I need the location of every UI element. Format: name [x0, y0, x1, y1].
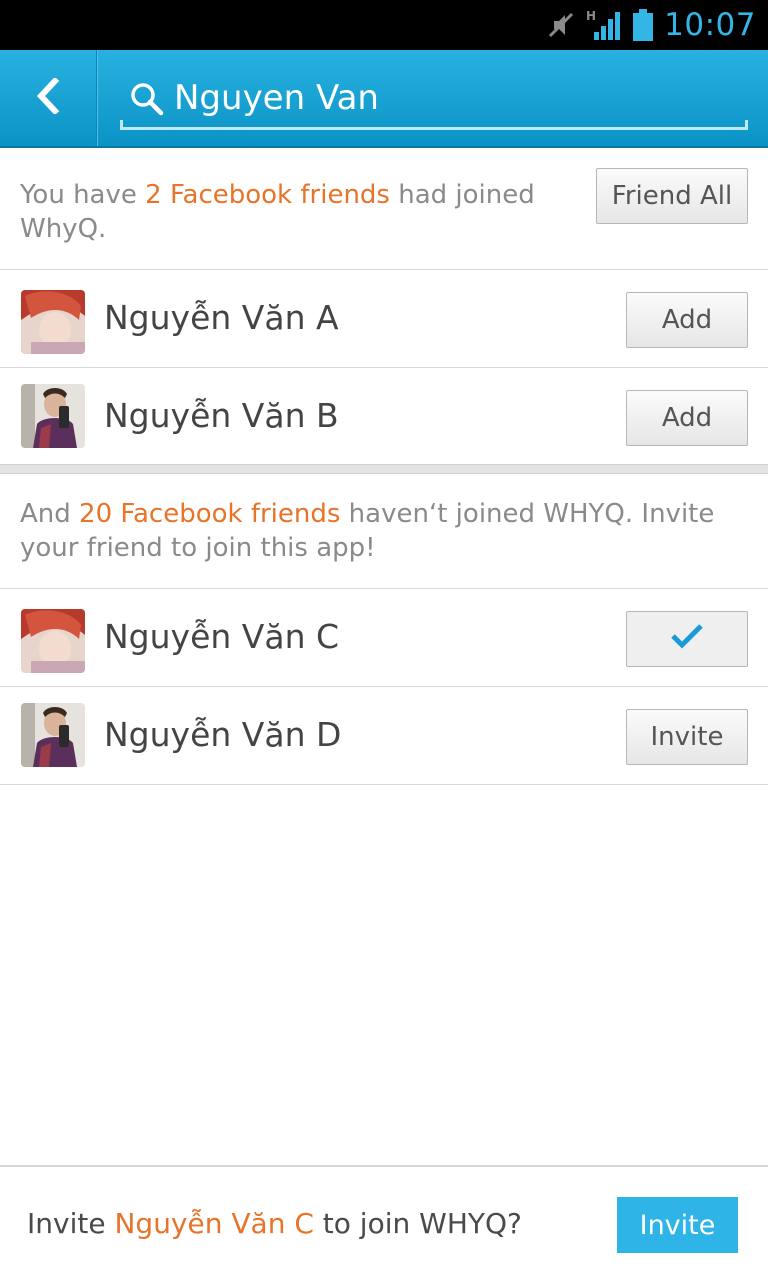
checkmark-icon: [670, 623, 704, 656]
list-item: Nguyễn Văn B Add: [0, 368, 768, 464]
invite-button[interactable]: Invite: [626, 709, 748, 765]
friend-all-button[interactable]: Friend All: [596, 168, 748, 224]
status-clock: 10:07: [664, 7, 756, 43]
add-button[interactable]: Add: [626, 390, 748, 446]
svg-text:H: H: [586, 9, 596, 23]
avatar: [21, 609, 85, 673]
search-icon: [130, 82, 164, 120]
add-button[interactable]: Add: [626, 292, 748, 348]
confirm-invite-button[interactable]: Invite: [617, 1197, 738, 1253]
action-divider: [97, 50, 98, 146]
invite-info-text: And 20 Facebook friends haven‘t joined W…: [20, 499, 715, 563]
status-bar: H 10:07: [0, 0, 768, 50]
status-icons: H 10:07: [546, 6, 756, 44]
list-item: Nguyễn Văn A Add: [0, 270, 768, 366]
friend-name: Nguyễn Văn B: [104, 396, 339, 435]
invite-confirm-text: Invite Nguyễn Văn C to join WHYQ?: [27, 1207, 522, 1240]
list-item: Nguyễn Văn C: [0, 589, 768, 685]
battery-icon: [632, 8, 654, 42]
action-bar: Nguyen Van: [0, 50, 768, 148]
mute-icon: [546, 10, 576, 40]
avatar: [21, 290, 85, 354]
chevron-left-icon: [35, 76, 61, 118]
friend-name: Nguyễn Văn D: [104, 715, 342, 754]
invite-count-link[interactable]: 20 Facebook friends: [79, 499, 340, 529]
back-button[interactable]: [0, 50, 97, 146]
search-query[interactable]: Nguyen Van: [174, 78, 379, 118]
search-input[interactable]: Nguyen Van: [120, 70, 748, 130]
section-divider: [0, 464, 768, 474]
joined-count-link[interactable]: 2 Facebook friends: [145, 180, 390, 210]
divider: [0, 784, 768, 785]
avatar: [21, 703, 85, 767]
list-item: Nguyễn Văn D Invite: [0, 687, 768, 783]
search-underline: [120, 120, 748, 130]
invite-confirm-bar: Invite Nguyễn Văn C to join WHYQ? Invite: [0, 1165, 768, 1282]
avatar: [21, 384, 85, 448]
selected-toggle-button[interactable]: [626, 611, 748, 667]
friend-name: Nguyễn Văn C: [104, 617, 340, 656]
friend-name: Nguyễn Văn A: [104, 298, 339, 337]
signal-icon: H: [586, 8, 622, 42]
joined-info-text: You have 2 Facebook friends had joined W…: [20, 180, 535, 244]
